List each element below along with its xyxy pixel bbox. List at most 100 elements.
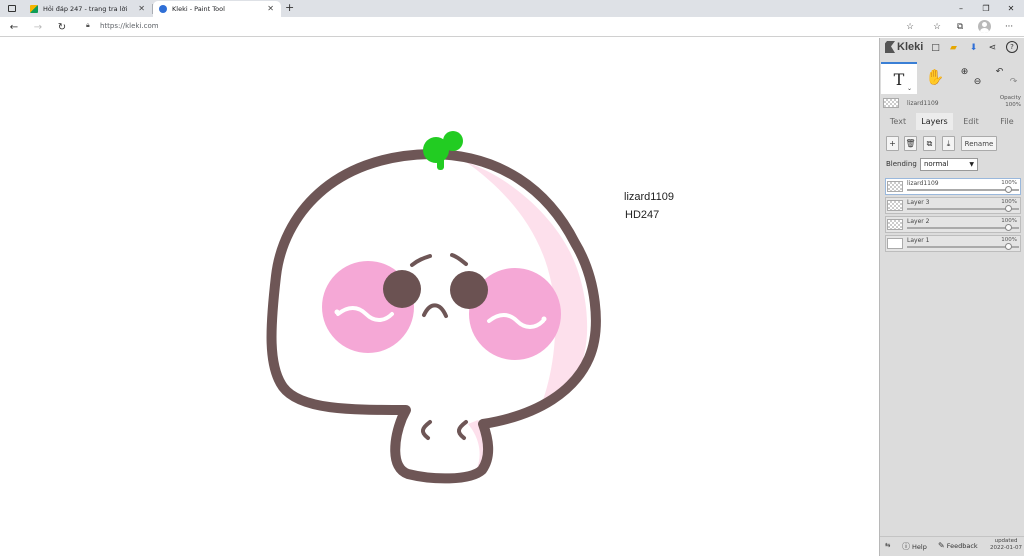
swap-side-icon[interactable]: ⇆: [885, 541, 890, 549]
layer-item[interactable]: Layer 1 100%: [885, 235, 1021, 252]
tab-layers[interactable]: Layers: [916, 113, 953, 130]
panel-footer: ⇆ ⓘ Help ✎ Feedback updated 2022-01-07: [880, 536, 1024, 556]
download-icon[interactable]: ⬇: [967, 41, 980, 54]
tab-title: Kleki - Paint Tool: [172, 5, 225, 13]
forward-button[interactable]: →: [30, 19, 46, 35]
redo-icon[interactable]: ↷: [1007, 75, 1020, 88]
rename-layer-button[interactable]: Rename: [961, 136, 997, 151]
tab-hoidap247[interactable]: Hỏi đáp 247 - trang tra lời ✕: [24, 1, 153, 17]
layer-list: lizard1109 100% Layer 3 100% Layer 2 100…: [885, 178, 1021, 254]
save-icon[interactable]: ▰: [947, 41, 960, 54]
brush-row: lizard1109 Opacity 100%: [880, 95, 1024, 112]
browser-tab-bar: Hỏi đáp 247 - trang tra lời ✕ Kleki - Pa…: [0, 0, 1024, 17]
layer-opacity-slider[interactable]: [907, 189, 1019, 191]
zoom-in-icon[interactable]: ⊕: [958, 65, 971, 78]
hand-tool-icon[interactable]: ✋: [924, 66, 946, 88]
drawing-canvas[interactable]: lizard1109 HD247: [0, 38, 879, 556]
share-icon[interactable]: ⋖: [986, 41, 999, 54]
blending-row: Blending normal ▼: [880, 158, 1024, 172]
url-field[interactable]: https://kleki.com: [100, 22, 159, 30]
canvas-text-hd247: HD247: [625, 209, 660, 221]
brush-preview[interactable]: [883, 98, 899, 108]
layer-item[interactable]: Layer 3 100%: [885, 197, 1021, 214]
slider-handle[interactable]: [1005, 205, 1012, 212]
blending-label: Blending: [886, 160, 917, 168]
kleki-logo[interactable]: Kleki: [885, 41, 923, 53]
undo-icon[interactable]: ↶: [993, 65, 1006, 78]
delete-layer-icon[interactable]: 🗑: [904, 136, 917, 151]
add-layer-button[interactable]: +: [886, 136, 899, 151]
layer-thumbnail: [887, 200, 903, 211]
help-icon[interactable]: ?: [1006, 41, 1018, 53]
tab-kleki[interactable]: Kleki - Paint Tool ✕: [153, 1, 281, 17]
kleki-favicon-icon: [159, 5, 167, 13]
feedback-label: Feedback: [946, 541, 978, 550]
feedback-icon: ✎: [938, 541, 945, 550]
tab-close-icon[interactable]: ✕: [267, 4, 274, 13]
layer-thumbnail: [887, 181, 903, 192]
reload-button[interactable]: ↻: [54, 19, 70, 35]
right-eye: [450, 271, 488, 309]
merge-layer-icon[interactable]: ⤓: [942, 136, 955, 151]
hoidap-favicon-icon: [30, 5, 38, 13]
layer-name: Layer 2: [907, 218, 930, 225]
tab-close-icon[interactable]: ✕: [138, 4, 145, 13]
slider-handle[interactable]: [1005, 243, 1012, 250]
favorites-icon[interactable]: ☆: [930, 20, 944, 34]
layer-opacity-slider[interactable]: [907, 208, 1019, 210]
layer-thumbnail: [887, 219, 903, 230]
kleki-side-panel: Kleki □ ▰ ⬇ ⋖ ? T ⌄ ✋ ⊕ ⊖ ↶ ↷ lizard1109…: [879, 38, 1024, 556]
opacity-display[interactable]: Opacity 100%: [1000, 95, 1021, 109]
new-image-icon[interactable]: □: [929, 41, 942, 54]
help-link[interactable]: ⓘ Help: [902, 541, 927, 552]
address-bar: ← → ↻ 🔒︎ https://kleki.com ☆ ☆ ⧉ ···: [0, 17, 1024, 37]
panel-tabs: Text Layers Edit File: [880, 113, 1024, 130]
layer-opacity-slider[interactable]: [907, 227, 1019, 229]
layer-item[interactable]: Layer 2 100%: [885, 216, 1021, 233]
slider-handle[interactable]: [1005, 186, 1012, 193]
chevron-down-icon[interactable]: ⌄: [907, 85, 912, 92]
back-button[interactable]: ←: [6, 19, 22, 35]
text-tool-button[interactable]: T ⌄: [881, 62, 917, 94]
drawing-svg: [266, 131, 601, 484]
tab-file[interactable]: File: [989, 113, 1024, 130]
opacity-label: Opacity: [999, 95, 1021, 101]
updated-info[interactable]: updated 2022-01-07: [990, 538, 1022, 552]
panel-header: Kleki □ ▰ ⬇ ⋖ ?: [880, 38, 1024, 58]
tab-title: Hỏi đáp 247 - trang tra lời: [43, 5, 128, 13]
opacity-value: 100%: [1005, 102, 1021, 108]
slider-handle[interactable]: [1005, 224, 1012, 231]
tab-text[interactable]: Text: [880, 113, 916, 130]
feedback-link[interactable]: ✎ Feedback: [938, 541, 978, 550]
profile-avatar[interactable]: [978, 20, 991, 33]
chevron-down-icon: ▼: [969, 161, 974, 168]
blending-value: normal: [924, 160, 949, 168]
duplicate-layer-icon[interactable]: ⧉: [923, 136, 936, 151]
add-favorite-icon[interactable]: ☆: [903, 20, 917, 34]
brush-name: lizard1109: [907, 100, 939, 107]
layer-name: Layer 3: [907, 199, 930, 206]
cheek-dot: [541, 316, 547, 322]
layer-name: lizard1109: [907, 180, 939, 187]
updated-date: 2022-01-07: [990, 545, 1022, 551]
updated-label: updated: [994, 538, 1018, 544]
tab-edit[interactable]: Edit: [953, 113, 989, 130]
text-tool-icon: T: [893, 69, 905, 89]
close-window-button[interactable]: ✕: [996, 0, 1024, 17]
collections-icon[interactable]: ⧉: [953, 20, 967, 34]
new-tab-button[interactable]: +: [285, 1, 294, 15]
app-name: Kleki: [897, 41, 924, 53]
more-menu-icon[interactable]: ···: [1002, 20, 1016, 34]
layer-thumbnail: [887, 238, 903, 249]
layer-opacity-slider[interactable]: [907, 246, 1019, 248]
layer-toolbar: + 🗑 ⧉ ⤓ Rename: [880, 136, 1024, 153]
left-eye: [383, 270, 421, 308]
layer-item[interactable]: lizard1109 100%: [885, 178, 1021, 195]
kleki-logo-icon: [885, 41, 895, 53]
lock-icon[interactable]: 🔒︎: [86, 21, 90, 30]
layer-name: Layer 1: [907, 237, 930, 244]
tab-actions-icon[interactable]: [3, 1, 21, 16]
blending-select[interactable]: normal ▼: [920, 158, 978, 171]
canvas-text-username: lizard1109: [624, 191, 674, 203]
zoom-out-icon[interactable]: ⊖: [971, 75, 984, 88]
